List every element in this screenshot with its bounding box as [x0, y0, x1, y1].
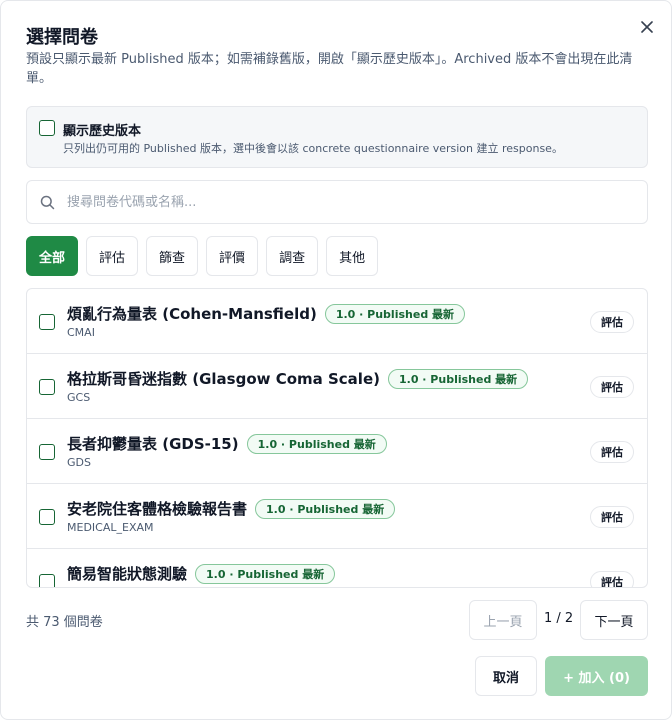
item-name: 安老院住客體格檢驗報告書 [67, 500, 248, 518]
history-label[interactable]: 顯示歷史版本 [63, 120, 141, 139]
close-icon[interactable] [637, 17, 657, 37]
category-badge: 評估 [590, 376, 634, 398]
category-badge: 評估 [590, 441, 634, 463]
item-checkbox[interactable] [39, 314, 55, 330]
item-checkbox[interactable] [39, 574, 55, 587]
history-toggle-box: 顯示歷史版本 只列出仍可用的 Published 版本，選中後會以該 concr… [26, 106, 648, 168]
item-code: GDS [67, 456, 91, 469]
cancel-button[interactable]: 取消 [475, 656, 537, 696]
total-count: 共 73 個問卷 [26, 615, 103, 630]
item-name: 簡易智能狀態測驗 [67, 565, 188, 583]
filter-screening[interactable]: 篩查 [146, 236, 199, 276]
filter-other[interactable]: 其他 [326, 236, 379, 276]
filter-evaluation[interactable]: 評價 [206, 236, 259, 276]
version-badge: 1.0 · Published 最新 [324, 303, 466, 324]
list-item[interactable]: 格拉斯哥昏迷指數 (Glasgow Coma Scale) 1.0 · Publ… [27, 354, 647, 419]
version-badge: 1.0 · Published 最新 [387, 368, 529, 389]
item-code: GCS [67, 391, 91, 404]
questionnaire-list: 煩亂行為量表 (Cohen-Mansfield) 1.0 · Published… [26, 288, 648, 588]
list-item[interactable]: 簡易智能狀態測驗 1.0 · Published 最新 評估 [27, 549, 647, 587]
filter-survey[interactable]: 調查 [266, 236, 319, 276]
search-icon [40, 195, 55, 210]
item-name: 格拉斯哥昏迷指數 (Glasgow Coma Scale) [67, 370, 380, 388]
version-badge: 1.0 · Published 最新 [246, 433, 387, 454]
category-filters: 全部 評估 篩查 評價 調查 其他 [26, 236, 379, 276]
history-description: 只列出仍可用的 Published 版本，選中後會以該 concrete que… [63, 142, 563, 155]
select-questionnaire-dialog: 選擇問卷 預設只顯示最新 Published 版本；如需補錄舊版，開啟「顯示歷史… [0, 0, 672, 720]
filter-assessment[interactable]: 評估 [86, 236, 139, 276]
category-badge: 評估 [590, 571, 634, 587]
category-badge: 評估 [590, 311, 634, 333]
item-checkbox[interactable] [39, 444, 55, 460]
search-input[interactable] [67, 191, 627, 213]
item-name: 長者抑鬱量表 (GDS-15) [67, 435, 239, 453]
version-badge: 1.0 · Published 最新 [195, 563, 336, 584]
item-code: CMAI [67, 326, 95, 339]
version-badge: 1.0 · Published 最新 [255, 498, 396, 519]
add-button[interactable]: + 加入 (0) [545, 656, 648, 696]
item-name: 煩亂行為量表 (Cohen-Mansfield) [67, 305, 317, 323]
item-code: MEDICAL_EXAM [67, 521, 154, 534]
list-item[interactable]: 煩亂行為量表 (Cohen-Mansfield) 1.0 · Published… [27, 289, 647, 354]
item-checkbox[interactable] [39, 509, 55, 525]
dialog-title: 選擇問卷 [26, 27, 98, 48]
search-box [26, 180, 648, 224]
item-checkbox[interactable] [39, 379, 55, 395]
history-checkbox[interactable] [39, 120, 55, 136]
filter-all[interactable]: 全部 [26, 236, 79, 276]
list-item[interactable]: 安老院住客體格檢驗報告書 1.0 · Published 最新 MEDICAL_… [27, 484, 647, 549]
list-item[interactable]: 長者抑鬱量表 (GDS-15) 1.0 · Published 最新 GDS 評… [27, 419, 647, 484]
dialog-description: 預設只顯示最新 Published 版本；如需補錄舊版，開啟「顯示歷史版本」。A… [26, 52, 633, 86]
prev-page-button[interactable]: 上一頁 [469, 600, 537, 640]
category-badge: 評估 [590, 506, 634, 528]
next-page-button[interactable]: 下一頁 [580, 600, 648, 640]
page-indicator: 1 / 2 [544, 611, 574, 626]
